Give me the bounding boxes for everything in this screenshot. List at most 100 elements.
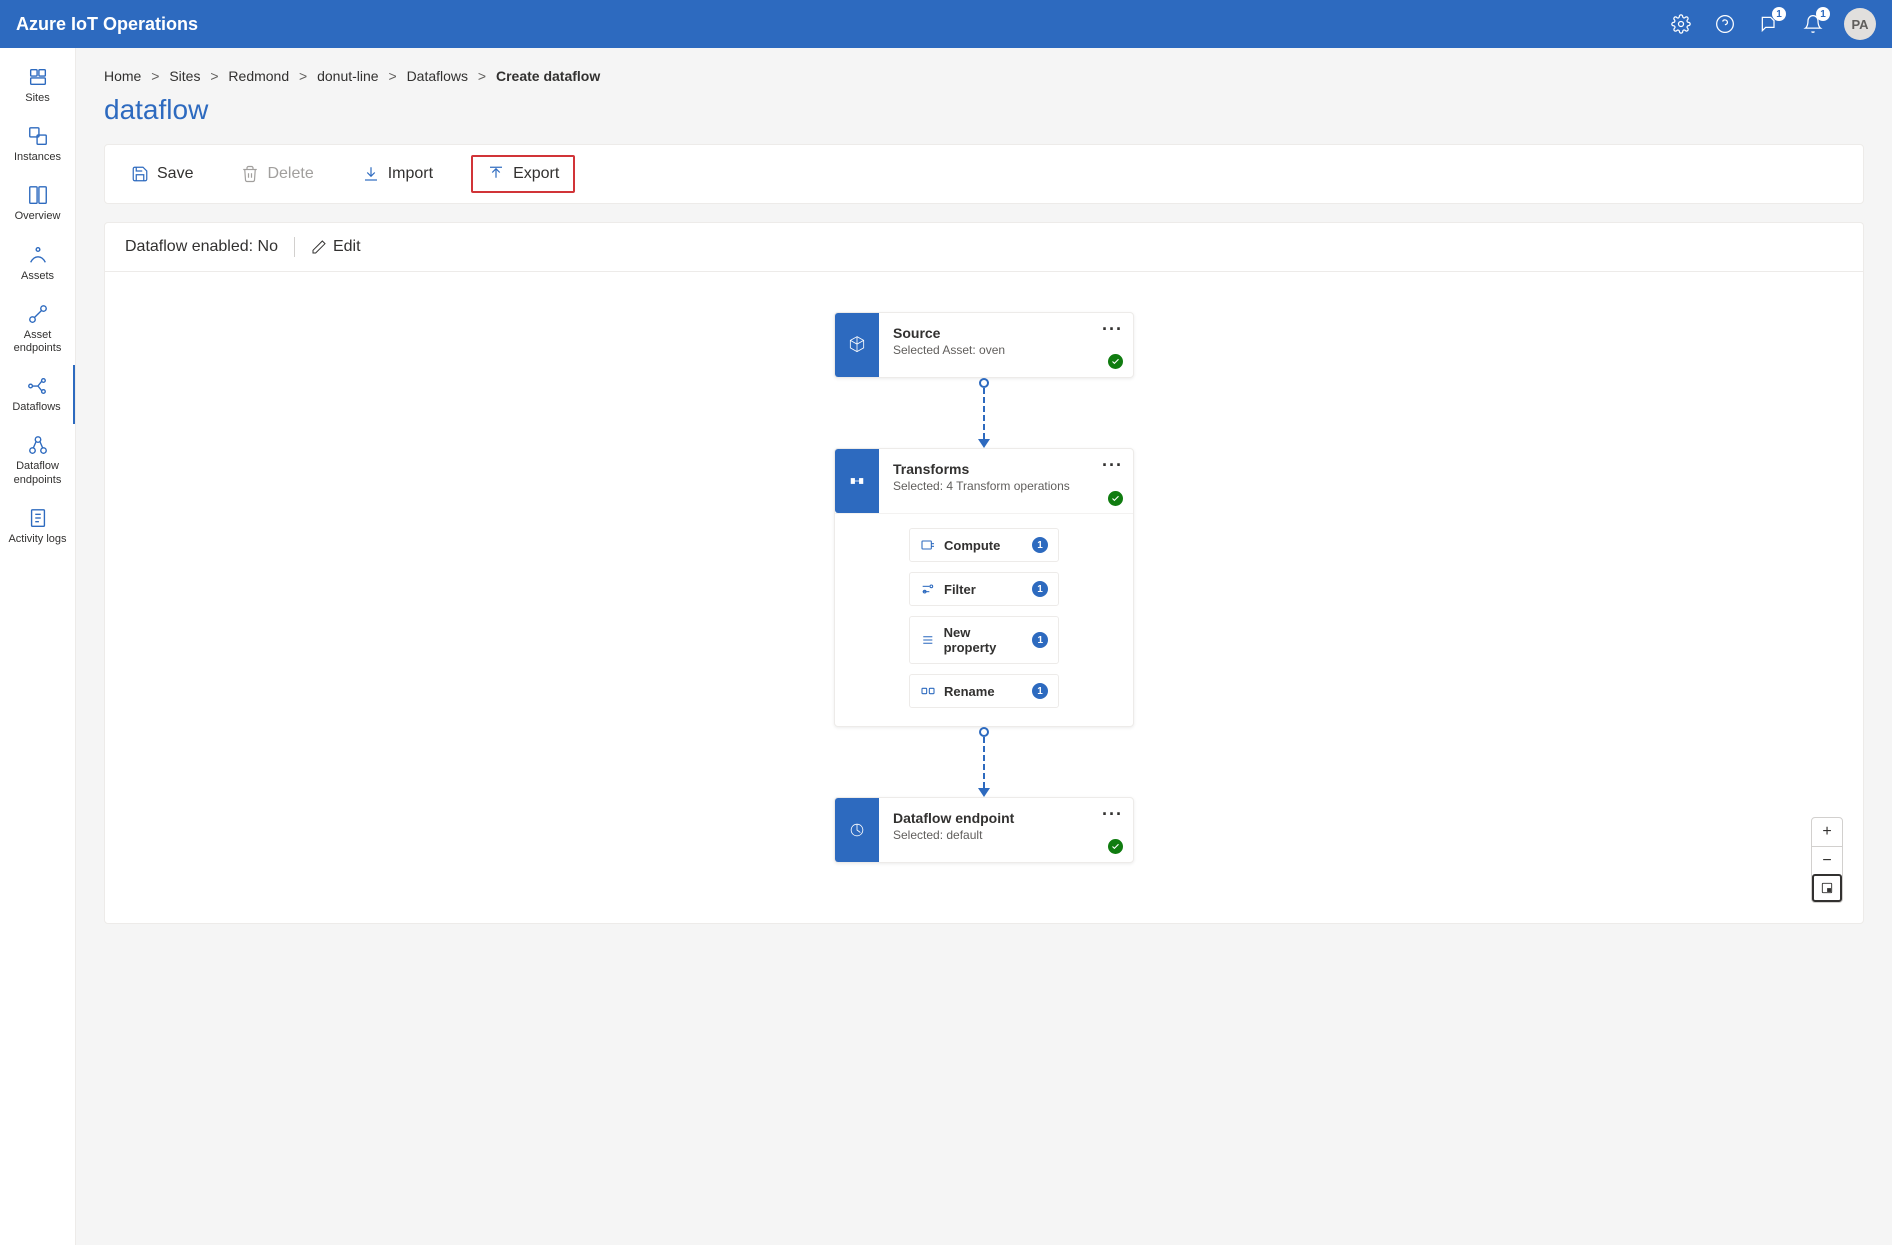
- feedback-icon[interactable]: 1: [1756, 11, 1782, 37]
- save-label: Save: [157, 165, 193, 183]
- node-subtitle: Selected: default: [893, 828, 1119, 842]
- op-count: 1: [1032, 632, 1048, 648]
- sidenav-label: Activity logs: [8, 533, 66, 546]
- overview-icon: [27, 184, 49, 206]
- dataflow-canvas: Source Selected Asset: oven ··· Transf: [104, 271, 1864, 924]
- toolbar: Save Delete Import Export: [104, 144, 1864, 204]
- zoom-controls: + −: [1811, 817, 1843, 903]
- sidenav-label: Overview: [15, 210, 61, 223]
- sidenav-item-dataflows[interactable]: Dataflows: [0, 365, 75, 424]
- export-button[interactable]: Export: [471, 155, 575, 193]
- op-label: Rename: [944, 684, 995, 699]
- breadcrumb-sep: >: [151, 68, 159, 84]
- export-icon: [487, 165, 505, 183]
- source-icon: [835, 313, 879, 377]
- op-label: Compute: [944, 538, 1000, 553]
- page-title: dataflow: [104, 94, 1864, 126]
- help-icon[interactable]: [1712, 11, 1738, 37]
- status-check-icon: [1108, 491, 1123, 506]
- op-new-property[interactable]: New property 1: [909, 616, 1059, 664]
- rename-icon: [920, 683, 936, 699]
- sidenav-item-asset-endpoints[interactable]: Asset endpoints: [0, 293, 75, 365]
- dataflow-enabled-label: Dataflow enabled: No: [125, 238, 278, 256]
- instances-icon: [27, 125, 49, 147]
- node-title: Dataflow endpoint: [893, 810, 1119, 826]
- node-dataflow-endpoint[interactable]: Dataflow endpoint Selected: default ···: [834, 797, 1134, 863]
- breadcrumb-sep: >: [478, 68, 486, 84]
- node-title: Source: [893, 325, 1119, 341]
- breadcrumb-sep: >: [210, 68, 218, 84]
- sidenav-item-assets[interactable]: Assets: [0, 234, 75, 293]
- edit-icon: [311, 239, 327, 255]
- settings-icon[interactable]: [1668, 11, 1694, 37]
- op-count: 1: [1032, 683, 1048, 699]
- sites-icon: [27, 66, 49, 88]
- import-icon: [362, 165, 380, 183]
- breadcrumb-sep: >: [299, 68, 307, 84]
- notifications-badge: 1: [1816, 7, 1830, 21]
- connector: [983, 727, 985, 797]
- dataflows-icon: [26, 375, 48, 397]
- op-label: New property: [944, 625, 1025, 655]
- fit-icon: [1820, 881, 1834, 895]
- breadcrumb-sep: >: [388, 68, 396, 84]
- op-label: Filter: [944, 582, 976, 597]
- export-label: Export: [513, 165, 559, 183]
- breadcrumb: Home > Sites > Redmond > donut-line > Da…: [104, 68, 1864, 84]
- endpoint-icon: [835, 798, 879, 862]
- edit-label: Edit: [333, 238, 361, 256]
- op-filter[interactable]: Filter 1: [909, 572, 1059, 606]
- sidenav-item-sites[interactable]: Sites: [0, 56, 75, 115]
- breadcrumb-sites[interactable]: Sites: [169, 68, 200, 84]
- node-transforms[interactable]: Transforms Selected: 4 Transform operati…: [834, 448, 1134, 727]
- sidenav-item-dataflow-endpoints[interactable]: Dataflow endpoints: [0, 424, 75, 496]
- top-bar-actions: 1 1 PA: [1668, 8, 1876, 40]
- sidenav-item-instances[interactable]: Instances: [0, 115, 75, 174]
- delete-label: Delete: [267, 165, 313, 183]
- dataflow-endpoints-icon: [27, 434, 49, 456]
- connector: [983, 378, 985, 448]
- node-more-icon[interactable]: ···: [1102, 455, 1123, 476]
- sidenav-item-activity-logs[interactable]: Activity logs: [0, 497, 75, 556]
- op-rename[interactable]: Rename 1: [909, 674, 1059, 708]
- breadcrumb-home[interactable]: Home: [104, 68, 141, 84]
- feedback-badge: 1: [1772, 7, 1786, 21]
- node-subtitle: Selected Asset: oven: [893, 343, 1119, 357]
- node-title: Transforms: [893, 461, 1119, 477]
- sidenav-label: Assets: [21, 270, 54, 283]
- save-button[interactable]: Save: [121, 159, 203, 189]
- breadcrumb-donut-line[interactable]: donut-line: [317, 68, 379, 84]
- node-more-icon[interactable]: ···: [1102, 319, 1123, 340]
- op-count: 1: [1032, 581, 1048, 597]
- op-compute[interactable]: Compute 1: [909, 528, 1059, 562]
- sidenav-label: Dataflows: [12, 401, 60, 414]
- activity-logs-icon: [27, 507, 49, 529]
- sidenav-item-overview[interactable]: Overview: [0, 174, 75, 233]
- op-count: 1: [1032, 537, 1048, 553]
- status-check-icon: [1108, 839, 1123, 854]
- breadcrumb-dataflows[interactable]: Dataflows: [407, 68, 468, 84]
- sidenav-label: Asset endpoints: [4, 329, 71, 355]
- transform-ops-list: Compute 1 Filter 1 New property 1: [835, 514, 1133, 726]
- status-check-icon: [1108, 354, 1123, 369]
- transforms-icon: [835, 449, 879, 513]
- delete-button: Delete: [231, 159, 323, 189]
- node-more-icon[interactable]: ···: [1102, 804, 1123, 825]
- compute-icon: [920, 537, 936, 553]
- side-nav: Sites Instances Overview Assets Asset en…: [0, 48, 76, 1245]
- import-button[interactable]: Import: [352, 159, 443, 189]
- main-content: Home > Sites > Redmond > donut-line > Da…: [76, 48, 1892, 1245]
- node-subtitle: Selected: 4 Transform operations: [893, 479, 1119, 493]
- app-title: Azure IoT Operations: [16, 14, 198, 35]
- save-icon: [131, 165, 149, 183]
- fit-to-screen-button[interactable]: [1812, 874, 1842, 902]
- node-source[interactable]: Source Selected Asset: oven ···: [834, 312, 1134, 378]
- avatar[interactable]: PA: [1844, 8, 1876, 40]
- edit-button[interactable]: Edit: [311, 238, 361, 256]
- asset-endpoints-icon: [27, 303, 49, 325]
- notifications-icon[interactable]: 1: [1800, 11, 1826, 37]
- breadcrumb-redmond[interactable]: Redmond: [228, 68, 289, 84]
- info-divider: [294, 237, 295, 257]
- zoom-in-button[interactable]: +: [1812, 818, 1842, 846]
- zoom-out-button[interactable]: −: [1812, 846, 1842, 874]
